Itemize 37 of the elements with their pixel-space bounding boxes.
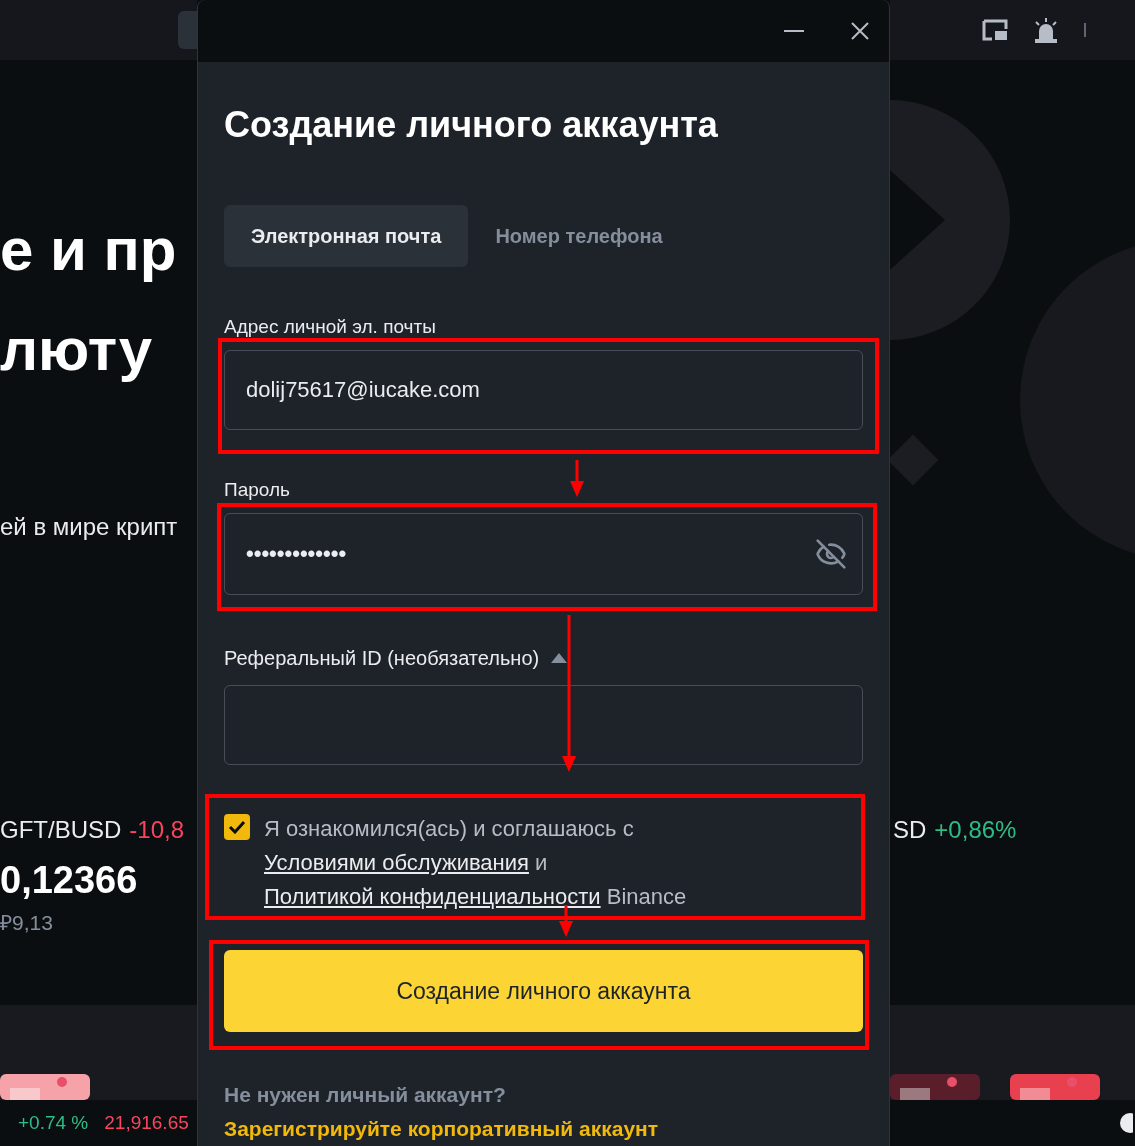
eye-off-icon[interactable]: [815, 538, 847, 570]
ticker-fiat-price: ₽9,13: [0, 911, 54, 935]
picture-in-picture-icon[interactable]: [982, 19, 1008, 41]
help-icon[interactable]: [1119, 1112, 1133, 1134]
agreement-link[interactable]: Политикой конфиденциальности: [264, 884, 601, 909]
hero-heading: люту: [0, 315, 154, 385]
minimize-icon: [784, 30, 804, 32]
tab[interactable]: Электронная почта: [224, 205, 469, 267]
agreement-checkbox[interactable]: [224, 814, 250, 840]
check-icon: [228, 820, 246, 834]
create-account-button[interactable]: Создание личного аккаунта: [224, 950, 863, 1032]
field-label: Реферальный ID (необязательно): [224, 647, 540, 669]
ticker-value: 21,916.65: [104, 1110, 189, 1135]
dialog-title: Создание личного аккаунта: [224, 104, 719, 146]
hero-heading: е и пр: [0, 215, 178, 285]
signup-prompt: Не нужен личный аккаунт? Зарегистрируйте корпоративный аккаунт: [224, 1082, 660, 1142]
field-label: Адрес личной эл. почты: [224, 316, 437, 338]
ticker-pair: GFT/BUSD: [0, 816, 122, 844]
corporate-signup-link[interactable]: Зарегистрируйте корпоративный аккаунт: [224, 1117, 659, 1140]
hero-subtitle: ей в мире крипт: [0, 513, 179, 541]
ticker-change: -10,8: [129, 816, 185, 844]
search-field[interactable]: [178, 11, 197, 49]
ticker-price: 0,12366: [0, 860, 139, 900]
terms-agreement: Я ознакомился(ась) и соглашаюсь с Условиями обслуживания и Политикой конфиденциальности Binance: [264, 815, 688, 911]
ticker-change: +0,86%: [934, 816, 1017, 844]
password-field[interactable]: •••••••••••••: [224, 513, 863, 595]
tab[interactable]: Номер телефона: [468, 205, 690, 267]
alarm-light-icon[interactable]: [1032, 17, 1060, 43]
ticker-value: +0.74 %: [18, 1110, 89, 1135]
ticker-pair: SD: [893, 816, 927, 844]
caret-up-icon[interactable]: [551, 653, 568, 663]
email-field[interactable]: dolij75617@iucake.com: [224, 350, 863, 430]
annotation-arrow: [569, 460, 585, 497]
referral-field[interactable]: [224, 685, 863, 765]
agreement-link[interactable]: Условиями обслуживания: [264, 850, 529, 875]
close-icon: [850, 21, 870, 41]
field-label: Пароль: [224, 479, 291, 501]
